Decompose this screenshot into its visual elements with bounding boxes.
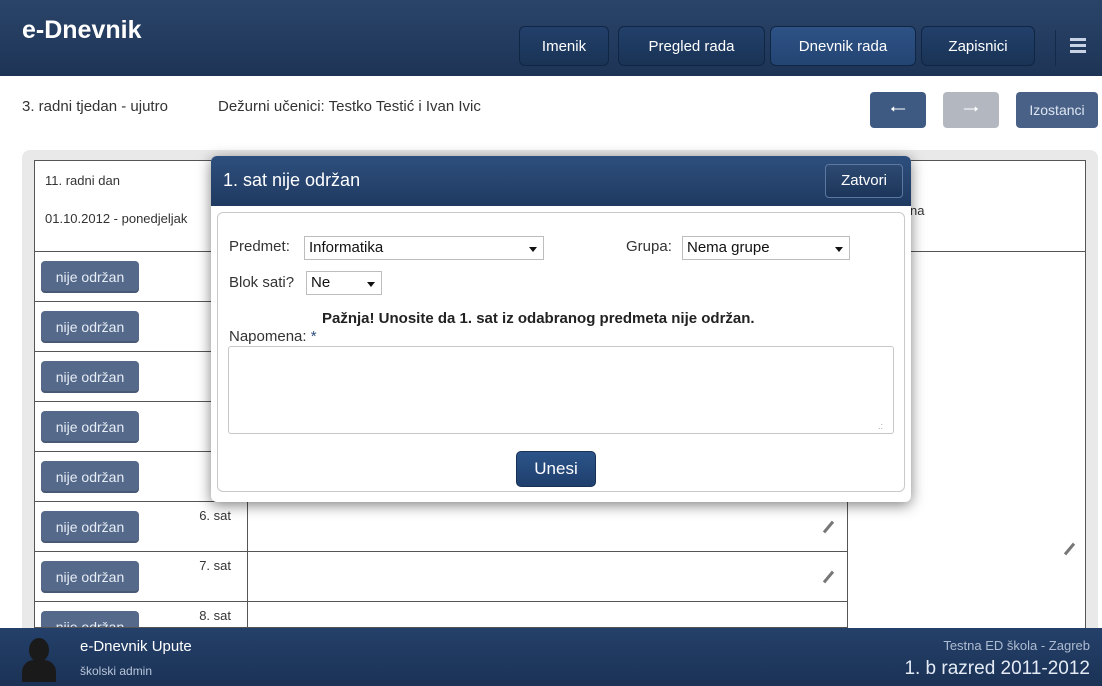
chevron-down-icon <box>367 282 375 287</box>
lesson-row: nije održan 8. sat <box>34 602 848 628</box>
nav-imenik[interactable]: Imenik <box>519 26 609 66</box>
pencil-icon[interactable] <box>1063 542 1076 556</box>
prev-week-button[interactable]: 🠀 <box>870 92 926 128</box>
not-held-button[interactable]: nije održan <box>41 361 139 393</box>
lesson-row: nije održan 6. sat <box>34 502 848 552</box>
dialog-title: 1. sat nije održan <box>223 170 361 190</box>
app-brand[interactable]: e-Dnevnik <box>22 16 141 45</box>
nav-pregled-rada[interactable]: Pregled rada <box>618 26 765 66</box>
day-name: 11. radni dan <box>45 173 120 188</box>
absences-button[interactable]: Izostanci <box>1016 92 1098 128</box>
class-info: 1. b razred 2011-2012 <box>904 658 1090 679</box>
not-held-button[interactable]: nije održan <box>41 311 139 343</box>
resize-grip-icon[interactable]: .: <box>878 421 900 488</box>
user-role: školski admin <box>80 664 153 678</box>
nav-zapisnici[interactable]: Zapisnici <box>921 26 1035 66</box>
group-label: Grupa: <box>626 238 672 255</box>
pencil-icon[interactable] <box>822 520 835 534</box>
not-held-button[interactable]: nije održan <box>41 511 139 543</box>
note-label: Napomena: * <box>229 328 317 345</box>
note-label-text: Napomena: <box>229 328 307 345</box>
not-held-button[interactable]: nije održan <box>41 261 139 293</box>
dialog-header: 1. sat nije održan Zatvori <box>211 156 911 206</box>
not-held-button[interactable]: nije održan <box>41 461 139 493</box>
arrow-right-icon: 🠂 <box>962 99 980 121</box>
block-label: Blok sati? <box>229 274 295 291</box>
block-select[interactable]: Ne <box>306 271 382 295</box>
dialog-body: Predmet: Informatika Grupa: Nema grupe B… <box>217 212 905 492</box>
arrow-left-icon: 🠀 <box>889 99 907 121</box>
block-value: Ne <box>311 274 331 291</box>
note-textarea[interactable] <box>228 346 894 434</box>
required-mark: * <box>310 328 317 345</box>
subject-select[interactable]: Informatika <box>304 236 544 260</box>
help-link[interactable]: e-Dnevnik Upute <box>80 638 192 655</box>
chevron-down-icon <box>529 247 537 252</box>
pencil-icon[interactable] <box>822 570 835 584</box>
school-name: Testna ED škola - Zagreb <box>943 638 1090 653</box>
not-held-button[interactable]: nije održan <box>41 561 139 593</box>
warning-text: Pažnja! Unosite da 1. sat iz odabranog p… <box>322 310 755 327</box>
hamburger-icon[interactable] <box>1055 30 1092 66</box>
lesson-number: 6. sat <box>199 508 231 523</box>
not-held-button[interactable]: nije održan <box>41 611 139 627</box>
chevron-down-icon <box>835 247 843 252</box>
next-week-button[interactable]: 🠂 <box>943 92 999 128</box>
top-navbar: e-Dnevnik Imenik Pregled rada Dnevnik ra… <box>0 0 1102 77</box>
close-button[interactable]: Zatvori <box>825 164 903 198</box>
subject-value: Informatika <box>309 239 384 256</box>
notes-header-label: na <box>910 203 925 218</box>
footer-bar: e-Dnevnik Upute školski admin Testna ED … <box>0 628 1102 686</box>
not-held-button[interactable]: nije održan <box>41 411 139 443</box>
lesson-not-held-dialog: 1. sat nije održan Zatvori Predmet: Info… <box>211 156 911 502</box>
avatar[interactable] <box>20 638 58 682</box>
subject-label: Predmet: <box>229 238 290 255</box>
week-label: 3. radni tjedan - ujutro <box>22 98 168 115</box>
duty-students: Dežurni učenici: Testko Testić i Ivan Iv… <box>218 98 481 115</box>
lesson-number: 7. sat <box>199 558 231 573</box>
group-select[interactable]: Nema grupe <box>682 236 850 260</box>
nav-dnevnik-rada[interactable]: Dnevnik rada <box>770 26 916 66</box>
lesson-number: 8. sat <box>199 608 231 623</box>
lesson-row: nije održan 7. sat <box>34 552 848 602</box>
group-value: Nema grupe <box>687 239 770 256</box>
day-date: 01.10.2012 - ponedjeljak <box>45 211 188 226</box>
submit-button[interactable]: Unesi <box>516 451 596 487</box>
week-header: 3. radni tjedan - ujutro Dežurni učenici… <box>0 76 1102 140</box>
